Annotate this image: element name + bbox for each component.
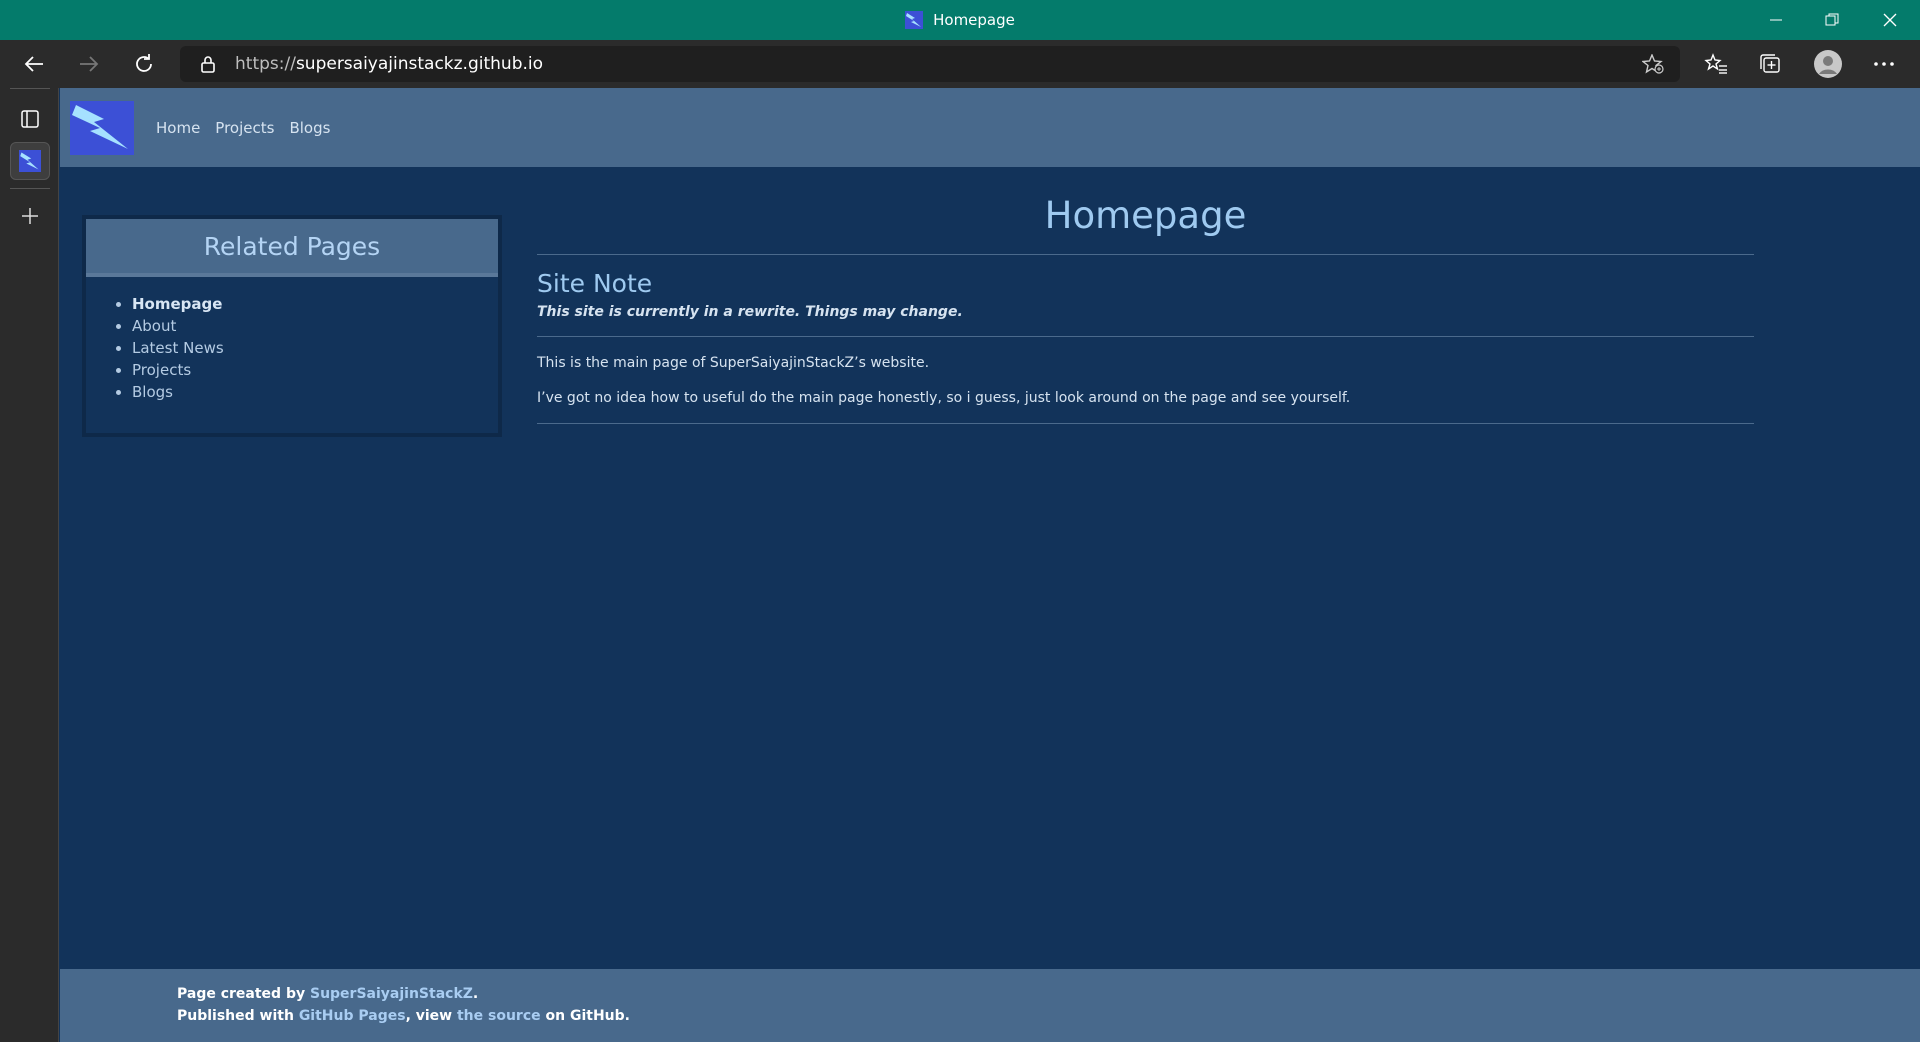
nav-blogs[interactable]: Blogs — [289, 119, 330, 137]
tab-actions-button[interactable] — [10, 100, 50, 138]
browser-toolbar: https://supersaiyajinstackz.github.io — [0, 40, 1920, 88]
refresh-icon — [136, 54, 152, 72]
nav-projects[interactable]: Projects — [215, 119, 274, 137]
forward-icon — [80, 56, 99, 72]
collections-icon — [1760, 54, 1780, 73]
address-bar[interactable]: https://supersaiyajinstackz.github.io — [180, 46, 1680, 82]
refresh-button[interactable] — [126, 48, 162, 80]
add-favorite-icon[interactable] — [1642, 54, 1664, 74]
plus-icon — [22, 208, 38, 224]
vertical-tabs-panel — [0, 88, 59, 1042]
vtab-separator-top — [10, 88, 50, 89]
title-bar: Homepage — [0, 0, 1920, 40]
new-tab-button[interactable] — [10, 197, 50, 235]
related-link-homepage[interactable]: Homepage — [132, 295, 222, 313]
site-favicon-icon — [905, 11, 924, 29]
main-content: Homepage Site Note This site is currentl… — [537, 188, 1754, 424]
footer-text-fragment: , view — [405, 1008, 457, 1024]
profile-icon — [1814, 50, 1842, 78]
web-page: Home Projects Blogs Related Pages Homepa… — [60, 88, 1920, 1042]
related-link-projects[interactable]: Projects — [132, 361, 191, 379]
more-button[interactable] — [1864, 46, 1904, 82]
site-footer: Page created by SuperSaiyajinStackZ. Pub… — [60, 969, 1920, 1042]
related-link-about[interactable]: About — [132, 317, 176, 335]
footer-source-link[interactable]: the source — [457, 1008, 541, 1024]
page-title: Homepage — [1044, 194, 1247, 237]
more-icon — [1874, 62, 1894, 66]
restore-button[interactable] — [1804, 0, 1860, 40]
related-link-latest-news[interactable]: Latest News — [132, 339, 224, 357]
footer-line-2: Published with GitHub Pages, view the so… — [177, 1005, 630, 1027]
window-title: Homepage — [0, 0, 1920, 40]
tab-homepage[interactable] — [10, 142, 50, 180]
close-button[interactable] — [1862, 0, 1918, 40]
list-item: Projects — [132, 359, 224, 381]
site-logo[interactable] — [70, 101, 134, 155]
footer-author-link[interactable]: SuperSaiyajinStackZ — [310, 986, 473, 1002]
tab-actions-icon — [21, 110, 39, 128]
back-icon — [24, 56, 43, 72]
list-item: About — [132, 315, 224, 337]
list-item: Homepage — [132, 293, 224, 315]
divider — [537, 336, 1754, 337]
footer-text-fragment: Page created by — [177, 986, 310, 1002]
minimize-button[interactable] — [1748, 0, 1804, 40]
close-icon — [1883, 13, 1897, 27]
url-scheme: https:// — [235, 54, 296, 74]
list-item: Blogs — [132, 381, 224, 403]
back-button[interactable] — [16, 48, 52, 80]
list-item: Latest News — [132, 337, 224, 359]
footer-github-pages-link[interactable]: GitHub Pages — [299, 1008, 406, 1024]
minimize-icon — [1770, 19, 1782, 21]
nav-home[interactable]: Home — [156, 119, 200, 137]
site-note-text: This site is currently in a rewrite. Thi… — [537, 304, 963, 320]
divider — [537, 423, 1754, 424]
site-favicon-icon — [19, 150, 41, 172]
profile-button[interactable] — [1808, 46, 1848, 82]
favorites-icon — [1704, 53, 1727, 74]
related-pages-list: Homepage About Latest News Projects Blog… — [110, 293, 224, 403]
related-pages-title: Related Pages — [86, 219, 498, 277]
paragraph: This is the main page of SuperSaiyajinSt… — [537, 355, 930, 371]
url-host: supersaiyajinstackz.github.io — [295, 54, 544, 74]
url-text[interactable]: https://supersaiyajinstackz.github.io — [235, 46, 543, 82]
footer-text-fragment: Published with — [177, 1008, 299, 1024]
lock-icon[interactable] — [200, 55, 216, 73]
favorites-button[interactable] — [1696, 46, 1736, 82]
footer-text-fragment: . — [472, 986, 479, 1002]
footer-text-fragment: on GitHub. — [540, 1008, 630, 1024]
divider — [537, 254, 1754, 255]
paragraph: I’ve got no idea how to useful do the ma… — [537, 390, 1351, 406]
forward-button[interactable] — [71, 48, 107, 80]
footer-text: Page created by SuperSaiyajinStackZ. Pub… — [177, 983, 630, 1027]
window-title-text: Homepage — [933, 11, 1015, 29]
footer-line-1: Page created by SuperSaiyajinStackZ. — [177, 983, 630, 1005]
site-nav: Home Projects Blogs — [156, 88, 330, 167]
related-pages-panel: Related Pages Homepage About Latest News… — [82, 215, 502, 437]
lightning-logo-icon — [72, 105, 128, 149]
site-header: Home Projects Blogs — [60, 88, 1920, 167]
vtab-separator — [10, 188, 50, 189]
collections-button[interactable] — [1750, 46, 1790, 82]
related-link-blogs[interactable]: Blogs — [132, 383, 173, 401]
section-title: Site Note — [537, 269, 653, 298]
restore-icon — [1825, 13, 1839, 26]
